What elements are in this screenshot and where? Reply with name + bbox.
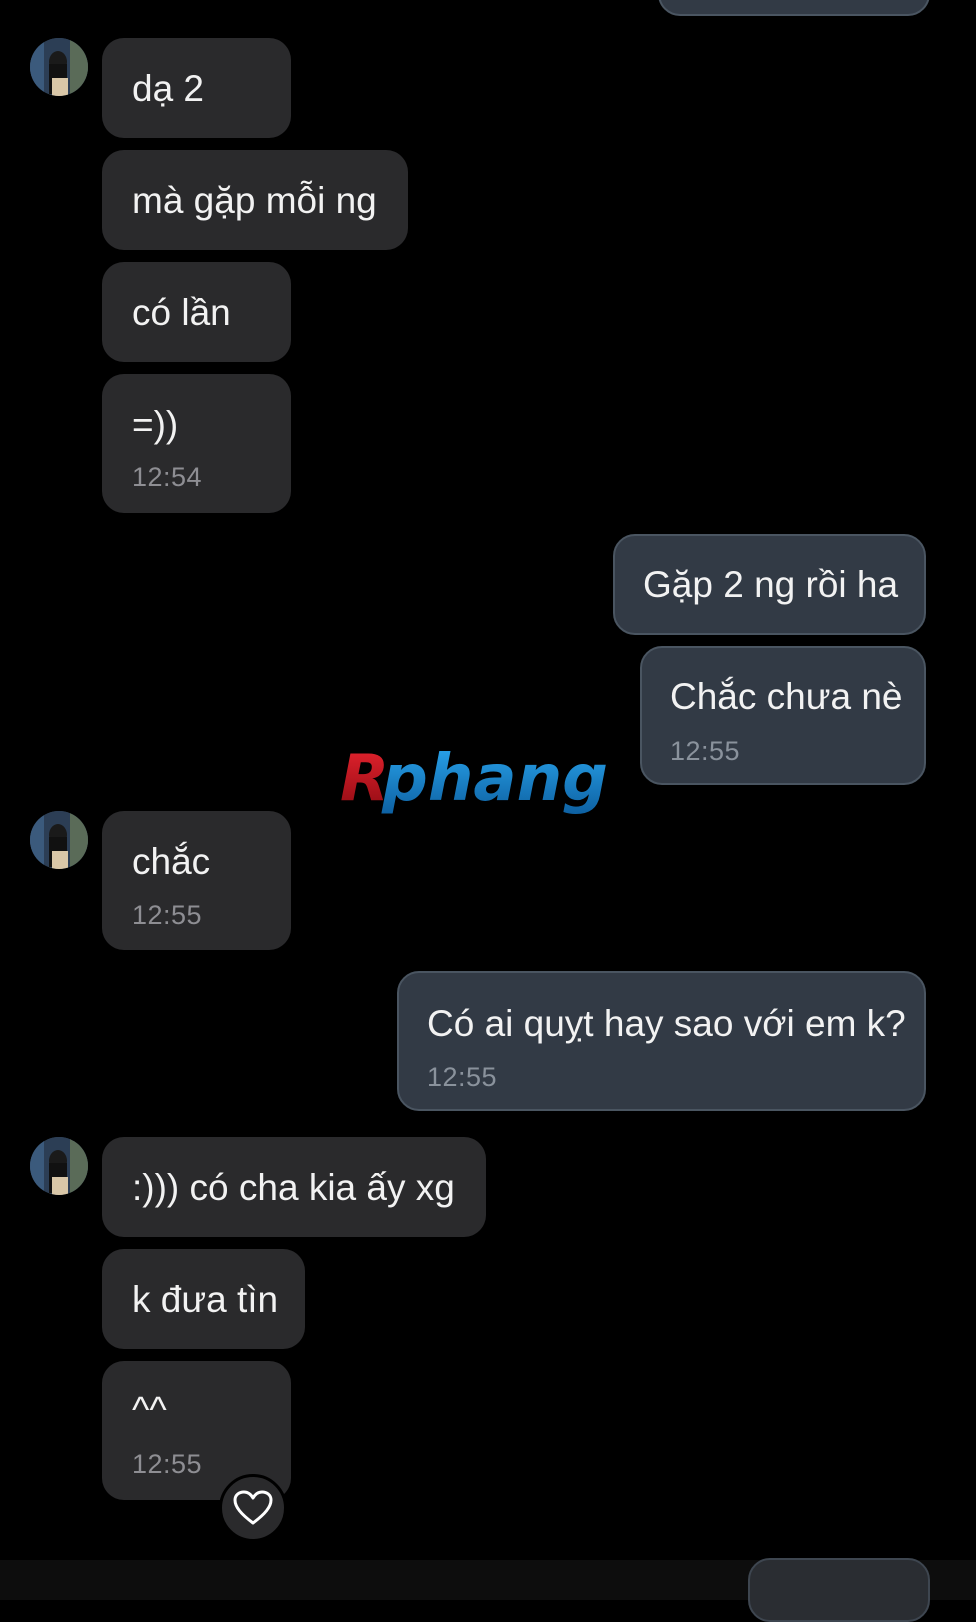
message-text: =)) [132,404,179,445]
incoming-message[interactable]: có lần [102,262,291,362]
watermark-letters: phang [381,742,608,816]
outgoing-message[interactable]: Có ai quỵt hay sao với em k? 12:55 [397,971,926,1111]
message-text: mà gặp mỗi ng [132,180,377,221]
message-timestamp: 12:55 [427,1062,498,1092]
message-text: :))) có cha kia ấy xg [132,1167,455,1208]
incoming-message[interactable]: :))) có cha kia ấy xg [102,1137,486,1237]
message-timestamp: 12:54 [132,462,203,492]
message-text: Có ai quỵt hay sao với em k? [427,1003,906,1044]
incoming-message[interactable]: dạ 2 [102,38,291,138]
message-timestamp: 12:55 [670,736,741,766]
message-text: ^^ [132,1389,167,1430]
incoming-message[interactable]: chắc 12:55 [102,811,291,950]
message-text: chắc [132,841,211,882]
outgoing-message[interactable]: Gặp 2 ng rồi ha [613,534,926,635]
message-text: Gặp 2 ng rồi ha [643,564,899,605]
message-timestamp: 12:55 [132,900,203,930]
message-text: Chắc chưa nè [670,676,903,717]
outgoing-message[interactable]: Chắc chưa nè 12:55 [640,646,926,785]
incoming-message[interactable]: k đưa tìn [102,1249,305,1349]
heart-icon [233,1490,273,1525]
message-text: k đưa tìn [132,1279,279,1320]
avatar-photo [30,38,88,96]
avatar[interactable] [30,38,88,96]
partial-outgoing-bubble-bottom[interactable] [748,1558,930,1622]
avatar-photo [30,1137,88,1195]
message-text: có lần [132,292,231,333]
message-text: dạ 2 [132,68,205,109]
incoming-message[interactable]: =)) 12:54 [102,374,291,513]
heart-reaction[interactable] [219,1474,287,1542]
incoming-message[interactable]: mà gặp mỗi ng [102,150,408,250]
avatar-photo [30,811,88,869]
watermark-logo: R phang [338,742,628,822]
avatar[interactable] [30,811,88,869]
message-timestamp: 12:55 [132,1449,203,1479]
avatar[interactable] [30,1137,88,1195]
partial-outgoing-bubble-top[interactable] [658,0,930,16]
